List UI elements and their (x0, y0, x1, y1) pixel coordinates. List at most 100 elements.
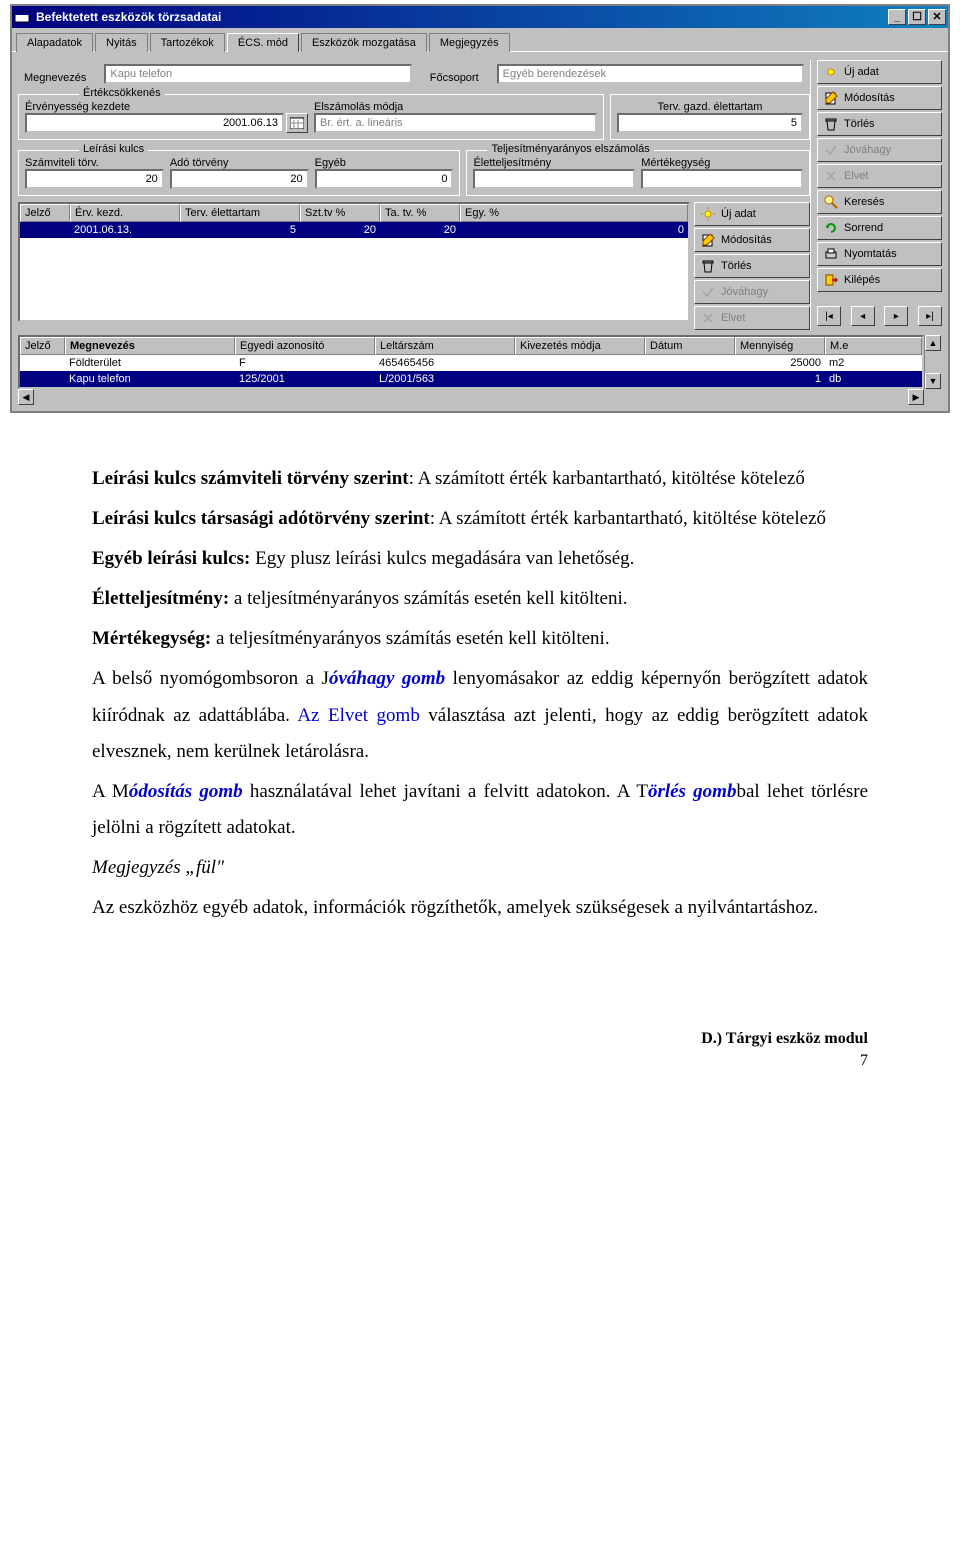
horizontal-scrollbar[interactable]: ◀ ▶ (18, 389, 942, 407)
ertekcsokkenes-group-title: Értékcsökkenés (79, 87, 165, 99)
bottom-grid[interactable]: Jelző Megnevezés Egyedi azonosító Leltár… (18, 335, 924, 389)
inner-elvet-button[interactable]: Elvet (694, 306, 810, 330)
close-button[interactable]: ✕ (928, 9, 946, 25)
sun-icon (701, 207, 715, 221)
tab-ecs-mod[interactable]: ÉCS. mód (227, 33, 299, 52)
refresh-icon (824, 221, 838, 235)
inner-modositas-button[interactable]: Módosítás (694, 228, 810, 252)
window-title: Befektetett eszközök törzsadatai (36, 10, 221, 24)
check-icon (824, 143, 838, 157)
cancel-icon (824, 169, 838, 183)
jovahagy-button[interactable]: Jóváhagy (817, 138, 942, 162)
tab-alapadatok[interactable]: Alapadatok (16, 33, 93, 52)
elvet-button[interactable]: Elvet (817, 164, 942, 188)
inner-grid-col-ta: Ta. tv. % (380, 204, 460, 222)
footer-text: D.) Tárgyi eszköz modul (701, 1030, 868, 1048)
search-icon (824, 195, 838, 209)
grid2-col-megnevezes: Megnevezés (65, 337, 235, 355)
edit-icon (701, 233, 715, 247)
mertek-field[interactable] (641, 169, 803, 189)
app-window: Befektetett eszközök törzsadatai _ ☐ ✕ A… (10, 4, 950, 413)
elettelj-field[interactable] (473, 169, 635, 189)
grid2-col-jelzo: Jelző (20, 337, 65, 355)
trash-icon (824, 117, 838, 131)
szamv-label: Számviteli törv. (25, 157, 164, 169)
nav-last-button[interactable]: ▸| (918, 306, 942, 326)
p3-bold: Egyéb leírási kulcs: (92, 548, 250, 569)
focsoport-field: Egyéb berendezések (497, 64, 804, 84)
vertical-scrollbar[interactable]: ▲ ▼ (924, 335, 942, 389)
modositas-button[interactable]: Módosítás (817, 86, 942, 110)
egyeb-label: Egyéb (315, 157, 454, 169)
inner-grid[interactable]: Jelző Érv. kezd. Terv. élettartam Szt.tv… (18, 202, 690, 322)
trash-icon (701, 259, 715, 273)
megjegyzes-heading: Megjegyzés „fül" (92, 850, 868, 886)
sorrend-button[interactable]: Sorrend (817, 216, 942, 240)
inner-grid-col-egy: Egy. % (460, 204, 688, 222)
torles-button[interactable]: Törlés (817, 112, 942, 136)
ervenyesseg-label: Érvényesség kezdete (25, 101, 308, 113)
document-body: Leírási kulcs számviteli törvény szerint… (0, 413, 960, 970)
p1-bold: Leírási kulcs számviteli törvény szerint (92, 468, 409, 489)
scroll-left-icon[interactable]: ◀ (18, 389, 34, 405)
inner-grid-col-terv: Terv. élettartam (180, 204, 300, 222)
inner-jovahagy-button[interactable]: Jóváhagy (694, 280, 810, 304)
minimize-button[interactable]: _ (888, 9, 906, 25)
megnevezes-field: Kapu telefon (104, 64, 411, 84)
check-icon (701, 285, 715, 299)
tab-eszkozok-mozgatasa[interactable]: Eszközök mozgatása (301, 33, 427, 52)
kereses-button[interactable]: Keresés (817, 190, 942, 214)
grid2-col-me: M.e (825, 337, 922, 355)
grid2-col-leltar: Leltárszám (375, 337, 515, 355)
edit-icon (824, 91, 838, 105)
egyeb-field[interactable]: 0 (315, 169, 454, 189)
tab-bar: Alapadatok Nyitás Tartozékok ÉCS. mód Es… (12, 28, 948, 51)
inner-grid-col-erv: Érv. kezd. (70, 204, 180, 222)
elettelj-label: Életteljesítmény (473, 157, 635, 169)
nav-next-button[interactable]: ▸ (884, 306, 908, 326)
elszamolas-field[interactable]: Br. ért. a. lineáris (314, 113, 597, 133)
sun-icon (824, 65, 838, 79)
ado-field[interactable]: 20 (170, 169, 309, 189)
page-number: 7 (0, 1048, 960, 1090)
calendar-icon[interactable] (286, 113, 308, 133)
inner-grid-row[interactable]: 2001.06.13. 5 20 20 0 (20, 222, 688, 238)
telj-group-title: Teljesítményarányos elszámolás (487, 143, 653, 155)
megnevezes-label: Megnevezés (24, 72, 86, 84)
ado-label: Adó törvény (170, 157, 309, 169)
inner-torles-button[interactable]: Törlés (694, 254, 810, 278)
table-row[interactable]: Kapu telefon 125/2001 L/2001/563 1 db (20, 371, 922, 387)
tab-panel: Megnevezés Kapu telefon Főcsoport Egyéb … (12, 51, 948, 411)
nav-first-button[interactable]: |◂ (817, 306, 841, 326)
grid2-col-kivezetes: Kivezetés módja (515, 337, 645, 355)
ervenyesseg-field[interactable]: 2001.06.13 (25, 113, 284, 133)
p4-bold: Életteljesítmény: (92, 588, 229, 609)
focsoport-label: Főcsoport (430, 72, 479, 84)
elszamolas-label: Elszámolás módja (314, 101, 597, 113)
print-icon (824, 247, 838, 261)
uj-adat-button[interactable]: Új adat (817, 60, 942, 84)
inner-grid-col-szt: Szt.tv % (300, 204, 380, 222)
terv-label: Terv. gazd. élettartam (617, 101, 803, 113)
footer: D.) Tárgyi eszköz modul (0, 970, 960, 1048)
grid2-col-mennyiseg: Mennyiség (735, 337, 825, 355)
tab-tartozekok[interactable]: Tartozékok (150, 33, 225, 52)
table-row[interactable]: Földterület F 465465456 25000 m2 (20, 355, 922, 371)
leirasi-group-title: Leírási kulcs (79, 143, 148, 155)
szamv-field[interactable]: 20 (25, 169, 164, 189)
grid2-col-datum: Dátum (645, 337, 735, 355)
scroll-right-icon[interactable]: ▶ (908, 389, 924, 405)
scroll-down-icon[interactable]: ▼ (925, 373, 941, 389)
tab-megjegyzes[interactable]: Megjegyzés (429, 33, 510, 52)
p5-bold: Mértékegység: (92, 628, 211, 649)
sidebar: Új adat Módosítás Törlés Jóváhagy (810, 60, 942, 330)
inner-uj-adat-button[interactable]: Új adat (694, 202, 810, 226)
terv-field[interactable]: 5 (617, 113, 803, 133)
tab-nyitas[interactable]: Nyitás (95, 33, 148, 52)
maximize-button[interactable]: ☐ (908, 9, 926, 25)
nyomtatas-button[interactable]: Nyomtatás (817, 242, 942, 266)
grid2-col-egyedi: Egyedi azonosító (235, 337, 375, 355)
kilepes-button[interactable]: Kilépés (817, 268, 942, 292)
scroll-up-icon[interactable]: ▲ (925, 335, 941, 351)
nav-prev-button[interactable]: ◂ (851, 306, 875, 326)
